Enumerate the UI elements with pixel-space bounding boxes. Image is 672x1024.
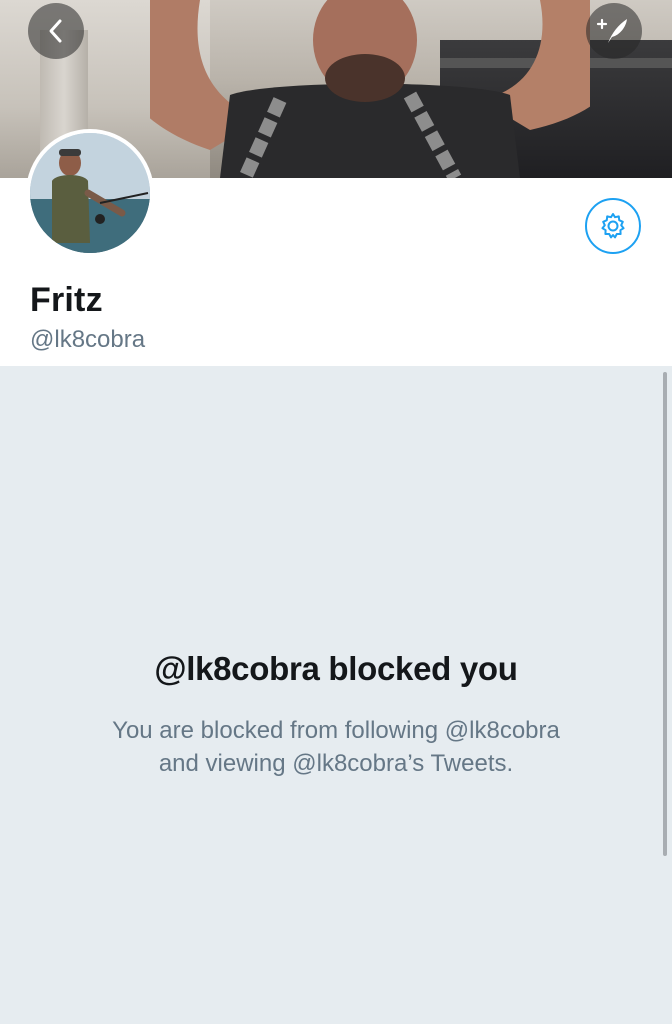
compose-tweet-button[interactable]: [586, 3, 642, 59]
banner-photo: [150, 0, 590, 178]
profile-handle: @lk8cobra: [30, 326, 146, 353]
avatar[interactable]: [26, 129, 154, 257]
blocked-notice-area: [0, 366, 672, 1024]
settings-button[interactable]: [585, 198, 641, 254]
blocked-description: You are blocked from following @lk8cobra…: [60, 714, 612, 780]
gear-icon: [601, 213, 625, 239]
back-button[interactable]: [28, 3, 84, 59]
blocked-description-line-1: You are blocked from following @lk8cobra: [112, 717, 560, 744]
blocked-title: @lk8cobra blocked you: [154, 650, 518, 687]
scrollbar[interactable]: [663, 372, 667, 856]
compose-tweet-icon: [596, 18, 627, 43]
blocked-description-line-2: and viewing @lk8cobra’s Tweets.: [158, 750, 514, 777]
chevron-left-icon: [49, 19, 62, 43]
profile-display-name: Fritz: [30, 281, 103, 319]
avatar-photo: [30, 133, 150, 253]
